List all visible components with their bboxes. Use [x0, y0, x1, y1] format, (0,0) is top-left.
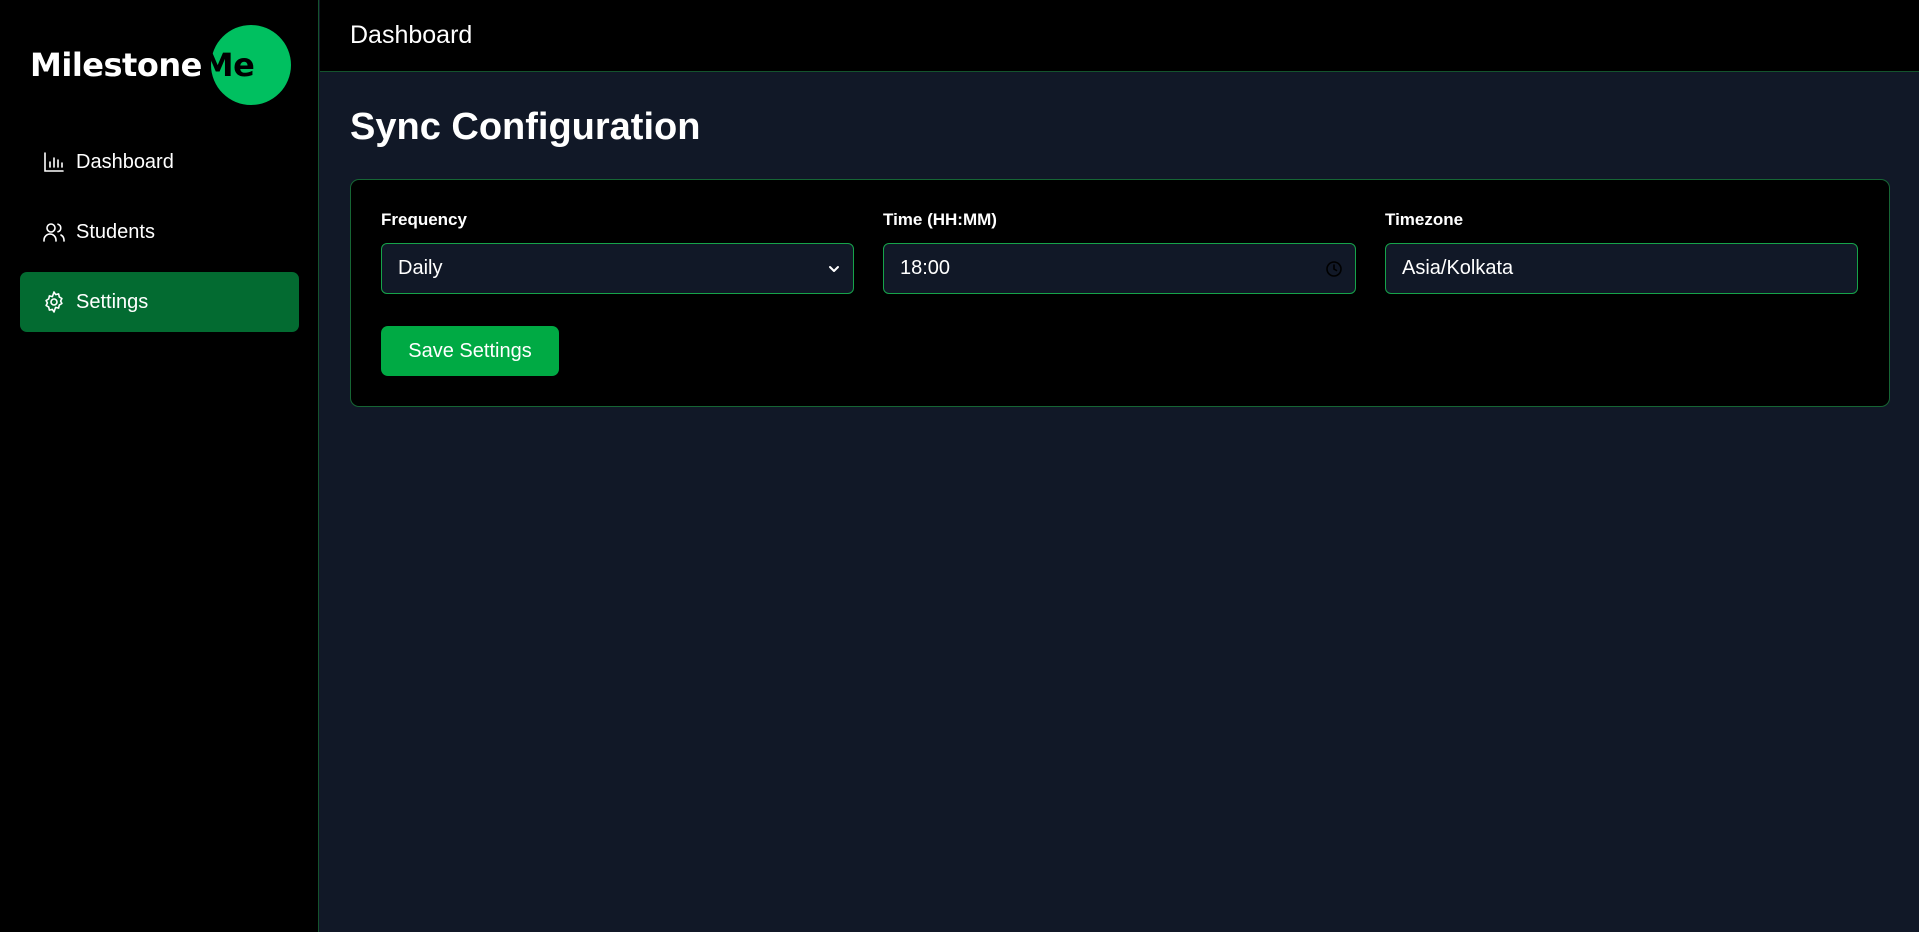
frequency-label: Frequency [381, 210, 467, 229]
gear-icon [42, 290, 66, 314]
top-bar: Dashboard [320, 0, 1919, 72]
time-value: 18:00 [900, 257, 951, 279]
timezone-value: Asia/Kolkata [1402, 257, 1514, 279]
frequency-field: Frequency Daily [381, 210, 854, 294]
logo-text-primary: Milestone [30, 46, 202, 84]
logo-text-accent: Me [201, 46, 255, 84]
sync-settings-card: Frequency Daily Time (HH:MM) 18:00 Timez… [350, 179, 1890, 407]
main-content: Sync Configuration Frequency Daily Time … [320, 73, 1919, 932]
timezone-label: Timezone [1385, 210, 1464, 229]
time-field: Time (HH:MM) 18:00 [883, 210, 1356, 294]
clock-icon[interactable] [1325, 260, 1343, 278]
timezone-input[interactable]: Asia/Kolkata [1385, 243, 1858, 294]
sidebar: MilestoneMe Dashboard Students Settings [0, 0, 319, 932]
page-title: Sync Configuration [350, 106, 701, 148]
chevron-down-icon [827, 262, 841, 276]
sidebar-item-dashboard[interactable]: Dashboard [20, 132, 299, 192]
timezone-field: Timezone Asia/Kolkata [1385, 210, 1858, 294]
bar-chart-icon [42, 150, 66, 174]
sidebar-item-label: Settings [76, 290, 149, 313]
sidebar-item-students[interactable]: Students [20, 202, 299, 262]
sidebar-item-settings[interactable]: Settings [20, 272, 299, 332]
frequency-select[interactable]: Daily [381, 243, 854, 294]
save-settings-button[interactable]: Save Settings [381, 326, 559, 376]
time-label: Time (HH:MM) [883, 210, 997, 229]
logo-text: MilestoneMe [30, 46, 255, 84]
users-icon [42, 220, 66, 244]
app-logo[interactable]: MilestoneMe [30, 22, 300, 106]
sidebar-item-label: Students [76, 220, 155, 243]
time-input[interactable]: 18:00 [883, 243, 1356, 294]
frequency-value: Daily [398, 257, 443, 279]
sidebar-item-label: Dashboard [76, 150, 174, 173]
header-title: Dashboard [350, 21, 473, 49]
sidebar-nav: Dashboard Students Settings [20, 132, 299, 342]
